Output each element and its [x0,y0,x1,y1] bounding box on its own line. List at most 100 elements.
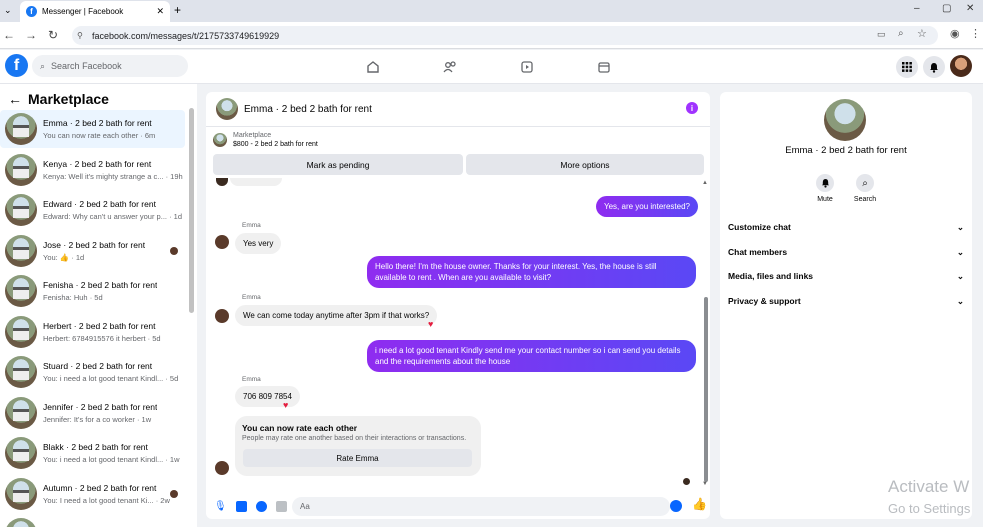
heart-reaction-icon[interactable]: ♥ [283,400,288,410]
scroll-down-arrow-icon[interactable]: ▼ [702,481,708,487]
mark-as-pending-button[interactable]: Mark as pending [213,154,463,175]
chat-title[interactable]: Emma · 2 bed 2 bath for rent [244,104,372,115]
search-icon[interactable]: ⌕ [856,174,874,192]
conversation-name: Emma · 2 bed 2 bath for rent [43,118,152,128]
chat-window: Emma · 2 bed 2 bath for rent i Marketpla… [206,92,710,519]
chevron-down-icon: ⌄ [956,295,964,306]
profile-icon[interactable]: ◉ [950,27,960,40]
mute-bell-icon[interactable] [816,174,834,192]
sender-avatar[interactable] [215,461,229,475]
conversation-item[interactable]: Manda · 2 bed 1 bath for rent [0,515,185,527]
seen-avatar [170,246,178,255]
listing-thumbnail [213,133,227,147]
search-icon: ⌕ [40,60,46,71]
marketplace-icon[interactable] [595,58,613,76]
home-icon[interactable] [364,58,382,76]
microphone-icon[interactable]: 🎙 [214,501,227,512]
conversation-preview: You can now rate each other · 6m [43,131,156,140]
menu-grid-icon[interactable] [896,56,918,78]
rate-emma-button[interactable]: Rate Emma [243,449,472,467]
conversation-item[interactable]: Edward · 2 bed 2 bath for rent Edward: Wh… [0,191,185,229]
notifications-bell-icon[interactable] [923,56,945,78]
conversation-item[interactable]: Jennifer · 2 bed 2 bath for rent Jennifer… [0,394,185,432]
sender-avatar-partial [216,178,228,186]
bookmark-star-icon[interactable]: ☆ [917,27,927,40]
zoom-icon[interactable]: ⌕ [898,28,904,39]
settings-row[interactable]: Media, files and links ⌄ [728,271,964,282]
close-tab-icon[interactable]: ✕ [156,6,164,17]
new-tab-button[interactable]: + [174,3,181,17]
conversation-item[interactable]: Kenya · 2 bed 2 bath for rent Kenya: Well… [0,151,185,189]
facebook-search-input[interactable]: ⌕ Search Facebook [32,55,188,77]
url-field[interactable]: ⚲ facebook.com/messages/t/21757337496199… [72,26,938,45]
message-bubble-partial [230,178,282,186]
sender-avatar[interactable] [215,235,229,249]
back-icon[interactable]: ← [0,26,18,44]
scroll-up-arrow-icon[interactable]: ▲ [702,180,708,186]
site-info-icon[interactable]: ⚲ [77,31,83,40]
browser-tab[interactable]: f Messenger | Facebook ✕ [20,1,170,22]
menu-dots-icon[interactable]: ⋮ [970,27,981,40]
conversation-thumbnail [5,315,37,348]
photo-icon[interactable] [235,501,247,512]
message-input[interactable]: Aa [292,497,670,516]
friends-icon[interactable] [441,58,459,76]
facebook-logo-icon[interactable]: f [5,54,28,77]
message-outgoing[interactable]: Yes, are you interested? [596,196,698,217]
back-arrow-icon[interactable]: ← [8,91,22,107]
info-icon[interactable]: i [686,102,698,114]
conversation-item[interactable]: Blakk · 2 bed 2 bath for rent You: i need… [0,434,185,472]
message-outgoing[interactable]: Hello there! I'm the house owner. Thanks… [367,256,696,288]
conversation-item[interactable]: Herbert · 2 bed 2 bath for rent Herbert: … [0,313,185,351]
message-incoming[interactable]: Yes very [235,233,282,254]
conversation-item[interactable]: Autumn · 2 bed 2 bath for rent You: I nee… [0,475,185,513]
conversation-preview: Edward: Why can't u answer your p... · 1… [43,212,182,221]
chat-header: Emma · 2 bed 2 bath for rent [206,92,710,127]
marketplace-chat-list: ← Marketplace Emma · 2 bed 2 bath for re… [0,84,197,527]
gif-icon[interactable] [275,501,287,512]
settings-row[interactable]: Customize chat ⌄ [728,222,964,233]
seen-avatar [683,478,690,485]
conversation-item[interactable]: Fenisha · 2 bed 2 bath for rent Fenisha: … [0,272,185,310]
message-incoming[interactable]: We can come today anytime after 3pm if t… [235,305,438,326]
restore-icon[interactable]: ▢ [942,3,951,14]
sticker-icon[interactable] [255,501,267,512]
facebook-favicon-icon: f [26,6,37,17]
conversation-name: Stuard · 2 bed 2 bath for rent [43,361,153,371]
heart-reaction-icon[interactable]: ♥ [428,319,433,329]
message-outgoing[interactable]: i need a lot good tenant Kindly send me … [367,340,696,372]
conversation-item[interactable]: Emma · 2 bed 2 bath for rent You can now … [0,110,185,148]
conversation-preview: Jennifer: It's for a co worker · 1w [43,414,152,424]
windows-activation-watermark-sub: Go to Settings [888,501,971,516]
sidebar-title: Marketplace [28,91,109,107]
conversation-item[interactable]: Jose · 2 bed 2 bath for rent You: 👍 · 1d [0,232,185,270]
conversation-preview: Fenisha: Huh · 5d [43,293,103,302]
sender-avatar[interactable] [215,309,229,323]
settings-row-label: Chat members [728,246,788,257]
search-placeholder: Search Facebook [51,61,122,71]
settings-row[interactable]: Chat members ⌄ [728,247,964,258]
minimize-icon[interactable]: – [914,3,920,14]
conversation-item[interactable]: Stuard · 2 bed 2 bath for rent You: i nee… [0,353,185,391]
account-avatar[interactable] [950,55,972,77]
listing-banner[interactable]: Marketplace $800 - 2 bed 2 bath for rent [213,132,318,148]
emoji-icon[interactable] [670,500,682,512]
thumbs-up-icon[interactable]: 👍 [692,497,707,511]
marketplace-label: Marketplace [233,132,272,139]
close-window-icon[interactable]: ✕ [966,3,974,14]
forward-icon[interactable]: → [22,26,40,44]
chat-avatar[interactable] [216,98,238,120]
sidebar-scrollbar[interactable] [189,108,194,313]
tab-title: Messenger | Facebook [42,7,124,16]
conversation-thumbnail [5,437,37,469]
cast-icon[interactable]: ▭ [877,29,886,40]
more-options-button[interactable]: More options [466,154,704,175]
profile-photo[interactable] [824,99,866,141]
video-icon[interactable] [518,58,536,76]
settings-row[interactable]: Privacy & support ⌄ [728,296,964,307]
chat-scrollbar[interactable] [704,297,708,482]
tab-search-icon[interactable]: ⌄ [4,5,12,16]
reload-icon[interactable]: ↻ [44,26,62,44]
message-incoming[interactable]: 706 809 7854 [235,386,300,407]
sender-name: Emma [242,376,261,383]
